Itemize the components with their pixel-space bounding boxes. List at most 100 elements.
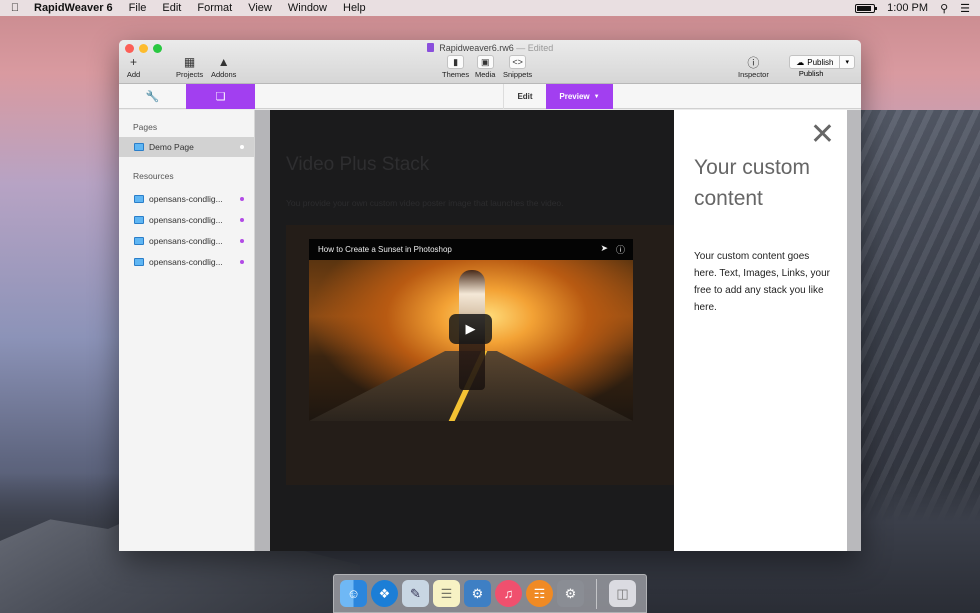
info-icon: ⓘ [747,55,760,70]
sidebar-item-demo-page[interactable]: Demo Page [119,137,254,157]
spotlight-search-icon[interactable]: ⚲ [940,2,948,15]
resource-item[interactable]: opensans-condlig... [119,252,254,272]
media-label: Media [475,70,496,79]
close-panel-icon[interactable]: ✕ [810,120,835,150]
resource-status-dot [240,218,244,222]
status-area: 1:00 PM ⚲ ☰ [855,2,980,15]
plus-icon: + [129,55,137,69]
itunes-icon[interactable]: ♫ [495,580,522,607]
themes-label: Themes [442,70,470,79]
publish-label: Publish [798,69,824,78]
window-title: Rapidweaver6.rw6 — Edited [119,43,861,53]
snippets-label: Snippets [503,70,533,79]
video-actions: ➤ ⓘ [600,243,625,256]
share-icon[interactable]: ➤ [600,243,608,256]
tab-settings[interactable]: 🔧 [119,84,186,109]
resource-label: opensans-condlig... [149,257,223,267]
resource-status-dot [240,197,244,201]
page-icon [134,143,144,151]
wrench-icon: 🔧 [145,91,160,103]
tab-preview[interactable]: Preview ▼ [546,84,613,109]
font-file-icon [134,258,144,266]
trash-icon[interactable]: ◫ [609,580,636,607]
dock: ☺ ❖ ✎ ☰ ⚙ ♫ ☶ ⚙ ◫ [333,574,647,613]
notification-center-icon[interactable]: ☰ [960,2,970,15]
resource-label: opensans-condlig... [149,194,223,204]
menu-bar:  RapidWeaver 6 File Edit Format View Wi… [0,0,980,16]
snippets-button[interactable]: <> Snippets [503,55,532,79]
inspector-label: Inspector [738,70,769,79]
menu-file[interactable]: File [121,2,155,14]
clock[interactable]: 1:00 PM [887,2,928,14]
resource-status-dot [240,239,244,243]
battery-icon[interactable] [855,3,878,13]
page-status-dot [240,145,244,149]
app-menu[interactable]: RapidWeaver 6 [30,2,121,14]
ibooks-icon[interactable]: ☶ [526,580,553,607]
media-button[interactable]: ▣ Media [475,55,495,79]
info-icon[interactable]: ⓘ [616,243,625,256]
font-file-icon [134,195,144,203]
custom-content-panel: ✕ Your custom content Your custom conten… [674,110,847,551]
themes-button[interactable]: ▮ Themes [442,55,469,79]
resource-item[interactable]: opensans-condlig... [119,231,254,251]
tab-edit[interactable]: Edit [503,84,546,109]
xcode-icon[interactable]: ⚙ [464,580,491,607]
menu-window[interactable]: Window [280,2,335,14]
chevron-down-icon: ▼ [593,93,600,100]
document-filename: Rapidweaver6.rw6 [439,43,514,53]
preview-scrollbar[interactable] [847,110,861,551]
video-title[interactable]: How to Create a Sunset in Photoshop [318,245,452,254]
publish-dropdown-chevron-icon[interactable]: ▾ [840,56,854,68]
projects-button[interactable]: ▦ Projects [176,55,203,79]
preview-area: Video Plus Stack You provide your own cu… [255,110,861,551]
finder-icon[interactable]: ☺ [340,580,367,607]
resource-item[interactable]: opensans-condlig... [119,189,254,209]
safari-icon[interactable]: ❖ [371,580,398,607]
pages-heading: Pages [133,122,158,132]
video-player[interactable]: How to Create a Sunset in Photoshop ➤ ⓘ … [309,239,633,421]
publish-button-label: Publish [807,57,834,67]
tab-pages[interactable]: ❏ [186,84,255,109]
inspector-button[interactable]: ⓘ Inspector [738,55,769,80]
addons-button[interactable]: ▲ Addons [211,55,236,79]
menu-edit[interactable]: Edit [154,2,189,14]
menu-format[interactable]: Format [189,2,240,14]
page-description: You provide your own custom video poster… [286,198,564,208]
publish-button[interactable]: ☁ Publish [790,56,841,68]
play-icon: ▶ [465,321,476,336]
addons-icon: ▲ [217,55,230,69]
apple-menu-icon[interactable]:  [0,2,30,14]
menu-view[interactable]: View [240,2,280,14]
notes-icon[interactable]: ☰ [433,580,460,607]
resource-status-dot [240,260,244,264]
document-icon [426,43,434,52]
sidebar-item-label: Demo Page [149,142,194,152]
publish-control: ☁ Publish ▾ Publish [789,55,855,78]
play-button[interactable]: ▶ [449,314,492,344]
page-heading: Video Plus Stack [286,154,430,175]
system-preferences-icon[interactable]: ⚙ [557,580,584,607]
title-separator: — [516,43,526,53]
resource-label: opensans-condlig... [149,236,223,246]
projects-icon: ▦ [183,55,196,69]
menu-help[interactable]: Help [335,2,374,14]
code-icon: <> [509,55,527,69]
preview-icon[interactable]: ✎ [402,580,429,607]
panel-text: Your custom content goes here. Text, Ima… [694,251,830,313]
document-status: Edited [527,43,554,53]
resource-item[interactable]: opensans-condlig... [119,210,254,230]
rapidweaver-window: Rapidweaver6.rw6 — Edited + Add ▦ Projec… [119,40,861,551]
themes-icon: ▮ [447,55,465,69]
media-icon: ▣ [476,55,494,69]
add-button[interactable]: + Add [125,55,142,79]
addons-label: Addons [211,70,237,79]
panel-heading: Your custom content [694,156,810,210]
add-label: Add [126,70,141,79]
sidebar: Pages Demo Page Resources opensans-condl… [119,110,255,551]
resource-label: opensans-condlig... [149,215,223,225]
cloud-icon: ☁ [796,57,805,67]
publish-button-group: ☁ Publish ▾ [789,55,855,69]
font-file-icon [134,237,144,245]
video-title-bar: How to Create a Sunset in Photoshop ➤ ⓘ [309,239,633,260]
